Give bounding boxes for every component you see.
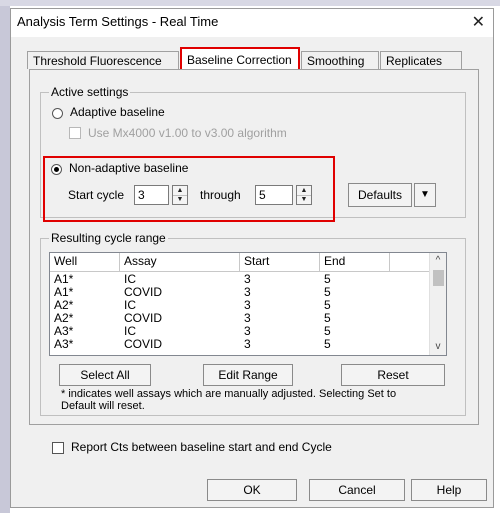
scroll-thumb[interactable] xyxy=(433,270,444,286)
tab-replicates[interactable]: Replicates xyxy=(380,51,462,69)
table-header: Well Assay Start End xyxy=(50,253,431,272)
cell-end: 5 xyxy=(324,285,331,299)
analysis-settings-dialog: Analysis Term Settings - Real Time ✕ Thr… xyxy=(10,8,494,508)
report-cts-checkbox[interactable] xyxy=(52,442,64,454)
edit-range-button[interactable]: Edit Range xyxy=(203,364,293,386)
cell-well: A1* xyxy=(54,285,74,299)
cell-well: A3* xyxy=(54,324,74,338)
start-cycle-spinner[interactable]: ▲ ▼ xyxy=(172,185,188,205)
mx4000-algorithm-label: Use Mx4000 v1.00 to v3.00 algorithm xyxy=(88,126,287,140)
background-window-edge xyxy=(0,0,10,513)
window-title: Analysis Term Settings - Real Time xyxy=(17,14,219,29)
table-row[interactable]: A1* COVID 3 5 xyxy=(50,286,431,298)
cell-assay: IC xyxy=(124,272,136,286)
mx4000-algorithm-checkbox[interactable] xyxy=(69,127,81,139)
cell-start: 3 xyxy=(244,337,251,351)
manual-adjust-note: * indicates well assays which are manual… xyxy=(61,388,397,412)
table-scrollbar[interactable]: ^ v xyxy=(429,253,446,355)
cell-start: 3 xyxy=(244,324,251,338)
cell-end: 5 xyxy=(324,337,331,351)
non-adaptive-baseline-label[interactable]: Non-adaptive baseline xyxy=(69,161,188,175)
cancel-button[interactable]: Cancel xyxy=(309,479,405,501)
defaults-button[interactable]: Defaults xyxy=(348,183,412,207)
scroll-down-icon[interactable]: v xyxy=(430,339,446,355)
column-header-well[interactable]: Well xyxy=(50,253,120,271)
reset-button[interactable]: Reset xyxy=(341,364,445,386)
cell-end: 5 xyxy=(324,298,331,312)
column-header-start[interactable]: Start xyxy=(240,253,320,271)
cell-start: 3 xyxy=(244,285,251,299)
spin-down-icon[interactable]: ▼ xyxy=(173,195,187,204)
through-cycle-spinner[interactable]: ▲ ▼ xyxy=(296,185,312,205)
defaults-dropdown-icon[interactable]: ▼ xyxy=(414,183,436,207)
adaptive-baseline-label[interactable]: Adaptive baseline xyxy=(70,105,165,119)
cell-assay: COVID xyxy=(124,337,163,351)
cell-end: 5 xyxy=(324,272,331,286)
baseline-correction-panel: Active settings Adaptive baseline Use Mx… xyxy=(29,69,479,425)
cell-well: A3* xyxy=(54,337,74,351)
start-cycle-label: Start cycle xyxy=(68,188,125,202)
cell-assay: IC xyxy=(124,298,136,312)
tab-baseline-correction[interactable]: Baseline Correction xyxy=(180,47,300,71)
close-icon[interactable]: ✕ xyxy=(472,12,485,32)
adaptive-baseline-radio[interactable] xyxy=(52,108,63,119)
cycle-range-legend: Resulting cycle range xyxy=(49,231,168,245)
select-all-button[interactable]: Select All xyxy=(59,364,151,386)
cell-start: 3 xyxy=(244,298,251,312)
cell-assay: IC xyxy=(124,324,136,338)
non-adaptive-baseline-radio[interactable] xyxy=(51,164,62,175)
cell-well: A1* xyxy=(54,272,74,286)
cell-well: A2* xyxy=(54,311,74,325)
cycle-range-group: Resulting cycle range Well Assay Start E… xyxy=(40,231,466,416)
cell-well: A2* xyxy=(54,298,74,312)
background-window-top xyxy=(0,0,500,6)
spin-down-icon[interactable]: ▼ xyxy=(297,195,311,204)
cell-end: 5 xyxy=(324,324,331,338)
column-header-assay[interactable]: Assay xyxy=(120,253,240,271)
table-row[interactable]: A2* IC 3 5 xyxy=(50,299,431,311)
report-cts-label[interactable]: Report Cts between baseline start and en… xyxy=(71,440,332,454)
tab-smoothing[interactable]: Smoothing xyxy=(301,51,379,69)
table-row[interactable]: A3* IC 3 5 xyxy=(50,325,431,337)
help-button[interactable]: Help xyxy=(411,479,487,501)
cell-assay: COVID xyxy=(124,311,163,325)
start-cycle-input[interactable] xyxy=(134,185,169,205)
cell-start: 3 xyxy=(244,311,251,325)
table-row[interactable]: A1* IC 3 5 xyxy=(50,273,431,285)
cell-end: 5 xyxy=(324,311,331,325)
ok-button[interactable]: OK xyxy=(207,479,297,501)
cell-assay: COVID xyxy=(124,285,163,299)
through-label: through xyxy=(200,188,241,202)
active-settings-legend: Active settings xyxy=(49,85,131,99)
column-header-end[interactable]: End xyxy=(320,253,390,271)
tab-threshold-fluorescence[interactable]: Threshold Fluorescence xyxy=(27,51,179,69)
scroll-up-icon[interactable]: ^ xyxy=(430,253,446,269)
table-row[interactable]: A2* COVID 3 5 xyxy=(50,312,431,324)
cycle-range-table[interactable]: Well Assay Start End A1* IC 3 5 A1* COVI… xyxy=(49,252,447,356)
through-cycle-input[interactable] xyxy=(255,185,293,205)
title-bar: Analysis Term Settings - Real Time ✕ xyxy=(11,9,493,37)
table-row[interactable]: A3* COVID 3 5 xyxy=(50,338,431,350)
cell-start: 3 xyxy=(244,272,251,286)
